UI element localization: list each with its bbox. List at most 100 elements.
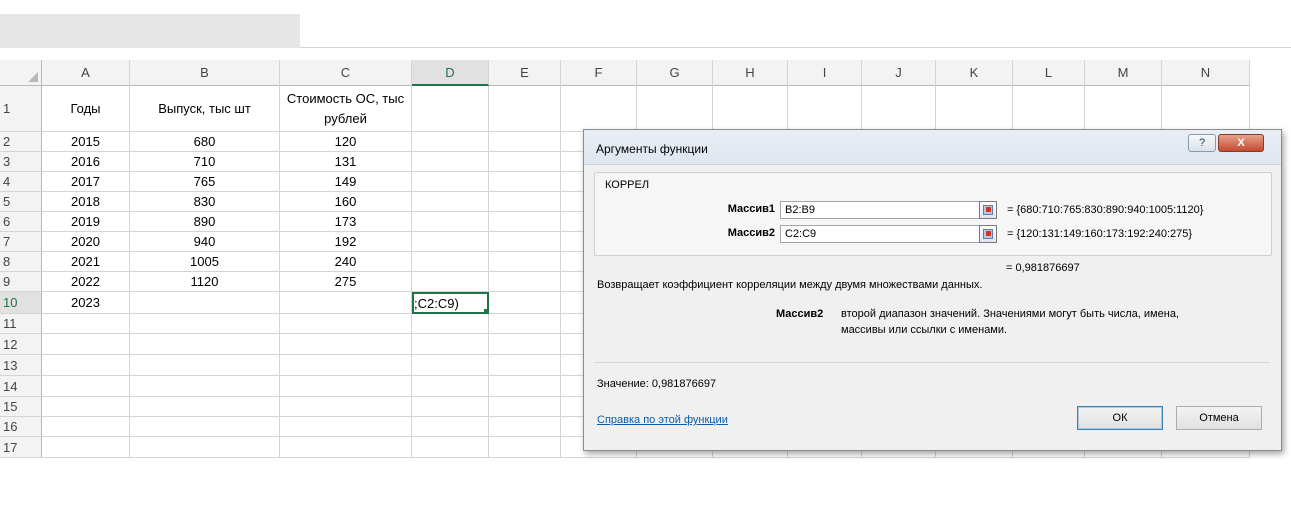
- cell[interactable]: [130, 334, 280, 355]
- row-header[interactable]: 6: [0, 212, 42, 232]
- row-header[interactable]: 15: [0, 397, 42, 417]
- row-header[interactable]: 17: [0, 437, 42, 458]
- output-cell[interactable]: 890: [130, 212, 280, 232]
- cell[interactable]: [489, 376, 561, 397]
- cell[interactable]: [412, 192, 489, 212]
- cell[interactable]: [489, 437, 561, 458]
- cell[interactable]: [489, 132, 561, 152]
- cell[interactable]: [412, 86, 489, 132]
- cell[interactable]: [1162, 86, 1250, 132]
- cell[interactable]: [412, 397, 489, 417]
- cell[interactable]: [412, 132, 489, 152]
- cell[interactable]: [862, 86, 936, 132]
- cell[interactable]: [489, 172, 561, 192]
- column-header[interactable]: F: [561, 60, 637, 86]
- output-cell[interactable]: 940: [130, 232, 280, 252]
- arg1-input[interactable]: B2:B9: [780, 201, 980, 219]
- cell[interactable]: [412, 212, 489, 232]
- column-header[interactable]: L: [1013, 60, 1085, 86]
- output-cell[interactable]: 710: [130, 152, 280, 172]
- cell[interactable]: [637, 86, 713, 132]
- column-header[interactable]: M: [1085, 60, 1162, 86]
- ok-button[interactable]: ОК: [1077, 406, 1163, 430]
- row-header[interactable]: 16: [0, 417, 42, 437]
- cell[interactable]: [130, 292, 280, 314]
- cost-cell[interactable]: 160: [280, 192, 412, 212]
- row-header[interactable]: 9: [0, 272, 42, 292]
- row-header[interactable]: 3: [0, 152, 42, 172]
- column-header[interactable]: N: [1162, 60, 1250, 86]
- column-header[interactable]: J: [862, 60, 936, 86]
- year-cell[interactable]: 2017: [42, 172, 130, 192]
- column-header[interactable]: I: [788, 60, 862, 86]
- year-cell[interactable]: 2021: [42, 252, 130, 272]
- cell[interactable]: [412, 152, 489, 172]
- cost-cell[interactable]: 240: [280, 252, 412, 272]
- cell[interactable]: [280, 417, 412, 437]
- cell[interactable]: [130, 355, 280, 376]
- year-cell[interactable]: 2016: [42, 152, 130, 172]
- cell[interactable]: [42, 417, 130, 437]
- row-header[interactable]: 13: [0, 355, 42, 376]
- cost-cell[interactable]: 173: [280, 212, 412, 232]
- cell[interactable]: [42, 334, 130, 355]
- cell[interactable]: [130, 417, 280, 437]
- row-header[interactable]: 14: [0, 376, 42, 397]
- row-header[interactable]: 4: [0, 172, 42, 192]
- cell[interactable]: [936, 86, 1013, 132]
- header-cell-cost[interactable]: Стоимость ОС, тыс рублей: [280, 86, 412, 132]
- cell[interactable]: [412, 314, 489, 334]
- cell[interactable]: [280, 314, 412, 334]
- row-header[interactable]: 1: [0, 86, 42, 132]
- cost-cell[interactable]: 149: [280, 172, 412, 192]
- function-help-link[interactable]: Справка по этой функции: [597, 414, 728, 426]
- cell[interactable]: [489, 152, 561, 172]
- year-cell[interactable]: 2023: [42, 292, 130, 314]
- dialog-titlebar[interactable]: Аргументы функции ? X: [584, 130, 1281, 165]
- cell[interactable]: [489, 272, 561, 292]
- cost-cell[interactable]: 131: [280, 152, 412, 172]
- cell[interactable]: [489, 86, 561, 132]
- cell[interactable]: [412, 272, 489, 292]
- cell[interactable]: [412, 172, 489, 192]
- cell[interactable]: [489, 192, 561, 212]
- cost-cell[interactable]: 275: [280, 272, 412, 292]
- year-cell[interactable]: 2020: [42, 232, 130, 252]
- cell[interactable]: [412, 232, 489, 252]
- column-header[interactable]: A: [42, 60, 130, 86]
- row-header[interactable]: 10: [0, 292, 42, 314]
- cost-cell[interactable]: 120: [280, 132, 412, 152]
- cell[interactable]: [412, 334, 489, 355]
- year-cell[interactable]: 2022: [42, 272, 130, 292]
- cell[interactable]: [280, 437, 412, 458]
- select-all-corner[interactable]: [0, 60, 42, 86]
- cell[interactable]: [788, 86, 862, 132]
- output-cell[interactable]: 830: [130, 192, 280, 212]
- close-button[interactable]: X: [1218, 134, 1264, 152]
- output-cell[interactable]: 1005: [130, 252, 280, 272]
- active-cell-d10[interactable]: ;C2:C9): [412, 292, 489, 314]
- cell[interactable]: [412, 376, 489, 397]
- row-header[interactable]: 11: [0, 314, 42, 334]
- cell[interactable]: [130, 437, 280, 458]
- cell[interactable]: [561, 86, 637, 132]
- cell[interactable]: [489, 417, 561, 437]
- cell[interactable]: [1085, 86, 1162, 132]
- cancel-button[interactable]: Отмена: [1176, 406, 1262, 430]
- cell[interactable]: [130, 314, 280, 334]
- cell[interactable]: [412, 252, 489, 272]
- cell[interactable]: [489, 252, 561, 272]
- cell[interactable]: [42, 314, 130, 334]
- column-header[interactable]: E: [489, 60, 561, 86]
- arg2-collapse-button[interactable]: [979, 225, 997, 243]
- cell[interactable]: [42, 376, 130, 397]
- column-header[interactable]: H: [713, 60, 788, 86]
- cell[interactable]: [42, 437, 130, 458]
- cell[interactable]: [489, 397, 561, 417]
- cell[interactable]: [42, 355, 130, 376]
- cell[interactable]: [130, 397, 280, 417]
- row-header[interactable]: 5: [0, 192, 42, 212]
- output-cell[interactable]: 1120: [130, 272, 280, 292]
- help-button[interactable]: ?: [1188, 134, 1216, 152]
- row-header[interactable]: 2: [0, 132, 42, 152]
